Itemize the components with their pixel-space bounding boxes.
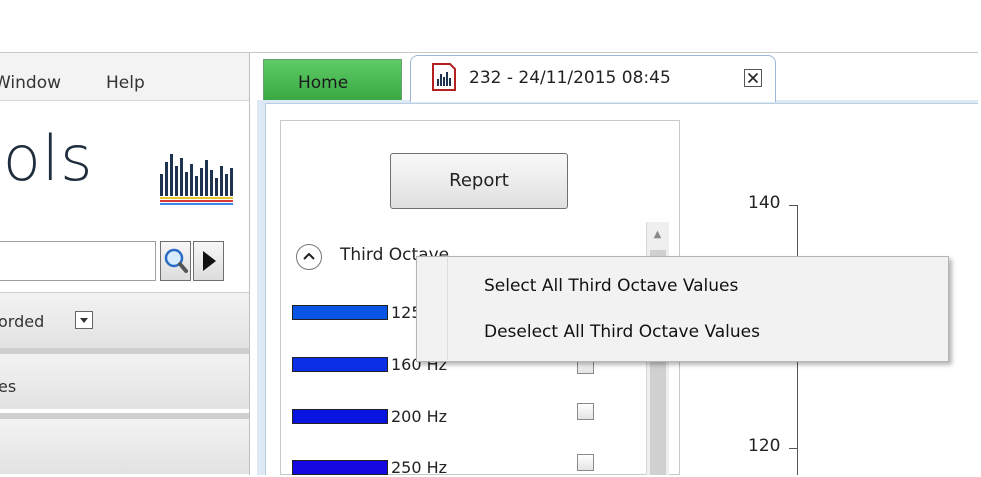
report-button-label: Report — [449, 170, 509, 191]
context-menu-gutter — [447, 258, 448, 360]
sidebar-section-recorded-label: orded — [0, 312, 45, 331]
play-button[interactable] — [193, 241, 224, 281]
scroll-up-arrow-icon[interactable]: ▲ — [646, 222, 669, 248]
sidebar-section-2-label: es — [0, 377, 17, 396]
freq-label: 250 Hz — [391, 458, 448, 477]
freq-color-bar — [292, 460, 388, 475]
play-icon — [203, 251, 216, 271]
sidebar-section-3[interactable] — [0, 418, 249, 474]
freq-color-bar — [292, 305, 388, 320]
sidebar-section-2[interactable] — [0, 353, 249, 409]
freq-checkbox[interactable] — [577, 403, 594, 420]
search-button[interactable] — [160, 241, 191, 281]
axis-tick — [789, 205, 797, 206]
tab-close-button[interactable] — [744, 69, 762, 87]
app-logo-text: ools — [0, 122, 94, 195]
axis-tick-label: 120 — [748, 436, 781, 456]
select-all-octave-item[interactable]: Select All Third Octave Values — [484, 276, 738, 296]
axis-tick — [789, 448, 797, 449]
deselect-all-octave-item[interactable]: Deselect All Third Octave Values — [484, 322, 760, 342]
collapse-octave-button[interactable] — [296, 244, 322, 270]
top-strip — [0, 0, 981, 52]
menu-help[interactable]: Help — [106, 73, 145, 93]
close-icon — [747, 72, 759, 84]
context-menu — [416, 256, 949, 362]
freq-color-bar — [292, 357, 388, 372]
tab-home-label: Home — [298, 73, 349, 93]
freq-checkbox[interactable] — [577, 454, 594, 471]
freq-color-bar — [292, 409, 388, 424]
tab-document-label: 232 - 24/11/2015 08:45 — [469, 68, 671, 88]
axis-tick-label: 140 — [748, 193, 781, 213]
panel-border — [249, 53, 250, 475]
report-document-icon — [432, 63, 456, 91]
freq-label: 200 Hz — [391, 407, 448, 426]
search-input[interactable] — [0, 241, 156, 281]
logo-bars-icon — [160, 154, 233, 205]
chevron-up-icon — [303, 252, 315, 260]
chevron-down-icon — [80, 318, 88, 323]
menu-window[interactable]: Window — [0, 73, 61, 93]
search-icon — [164, 248, 188, 273]
dropdown-toggle[interactable] — [75, 311, 93, 329]
